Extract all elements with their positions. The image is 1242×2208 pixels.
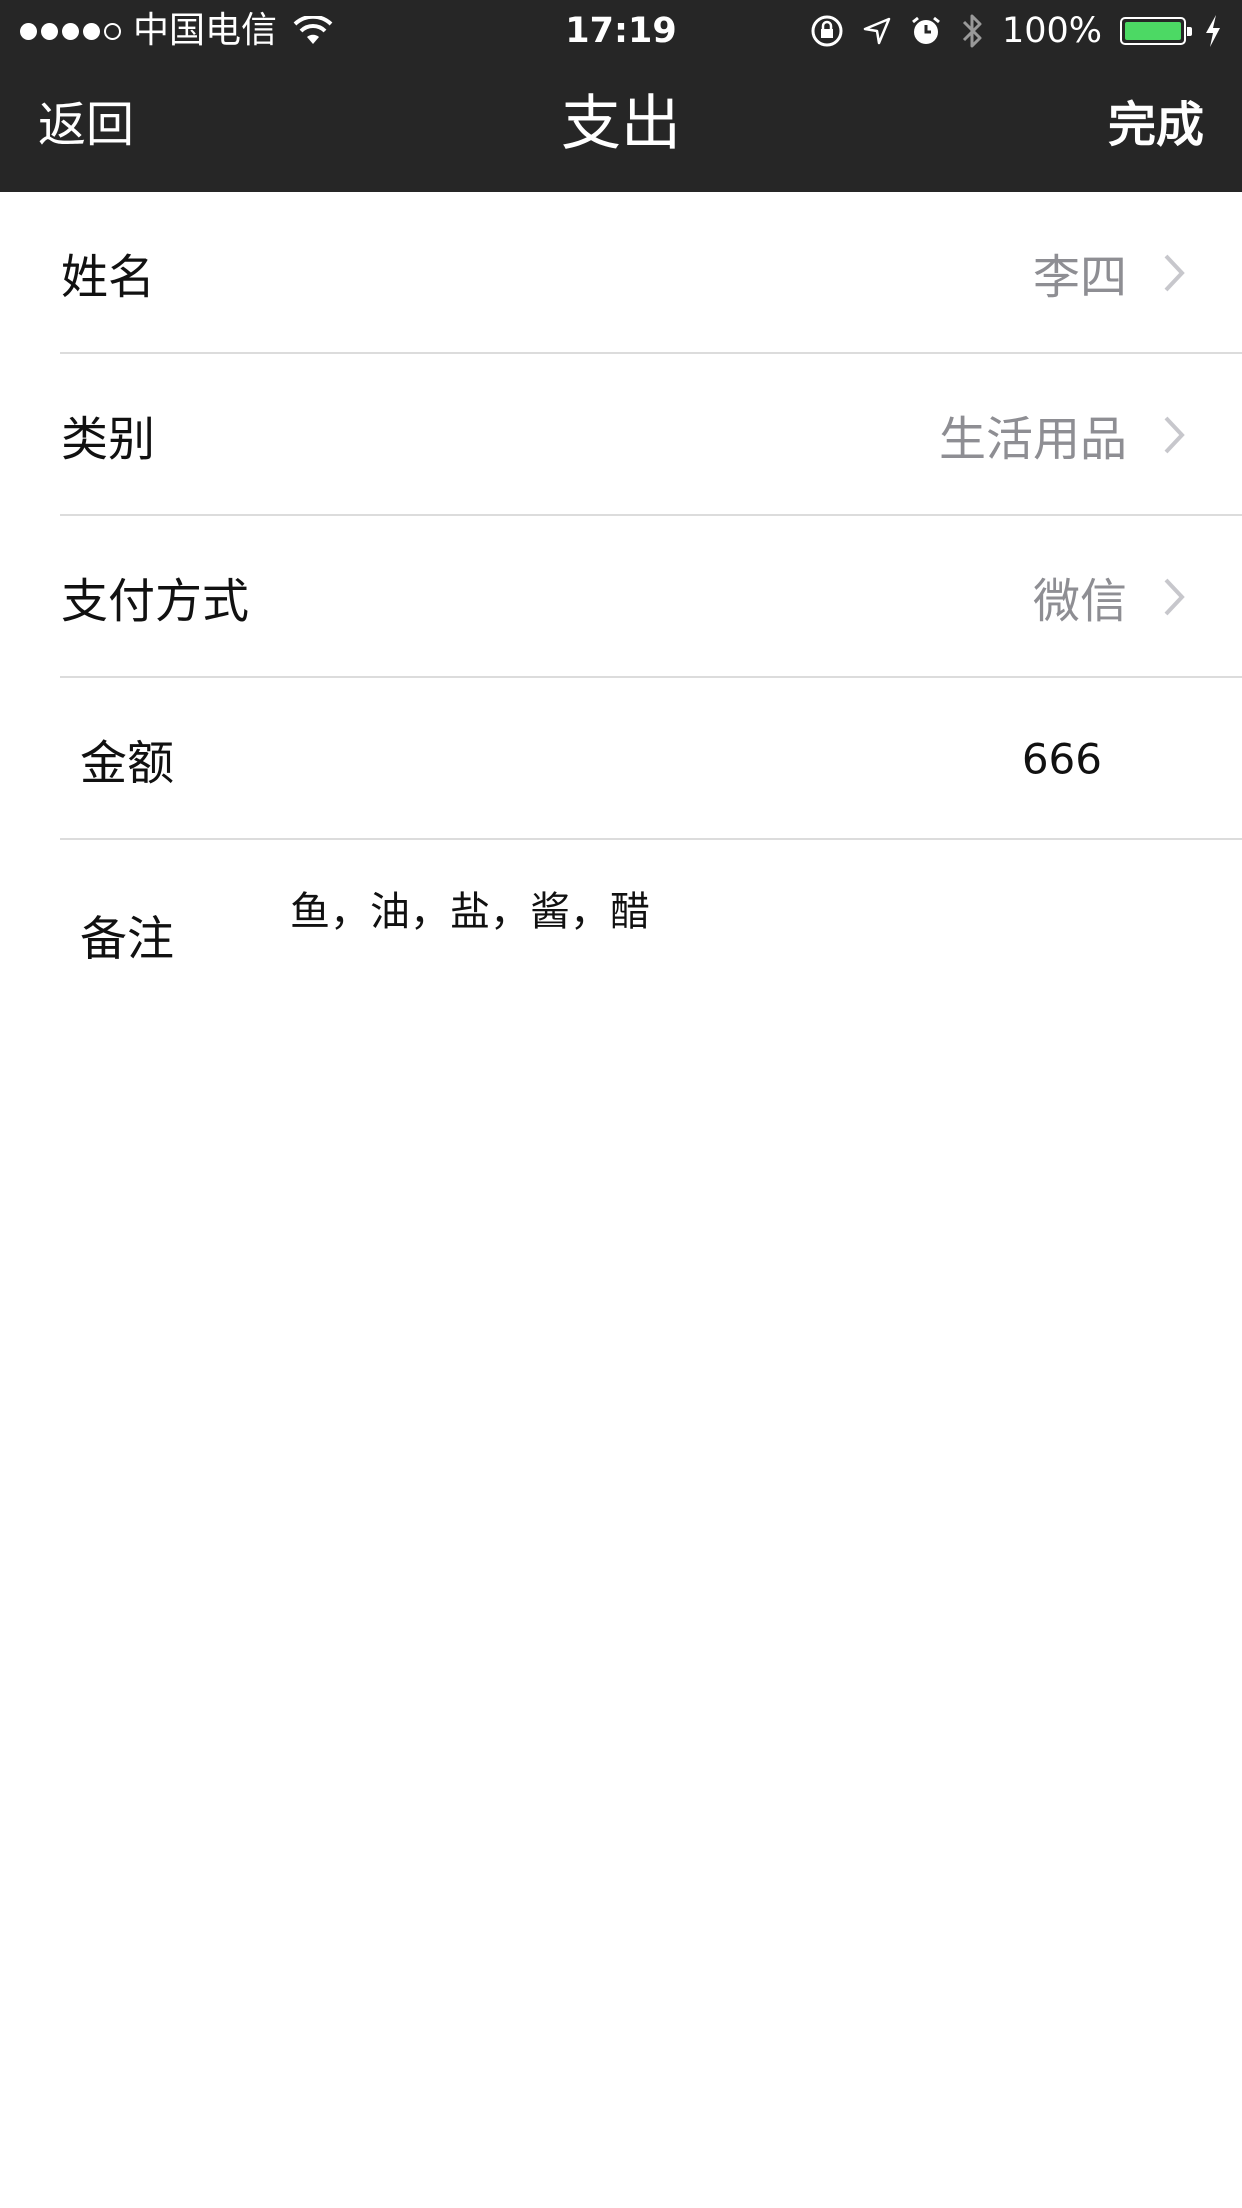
payment-row[interactable]: 支付方式 微信 (0, 516, 1242, 678)
location-arrow-icon (863, 17, 891, 45)
battery-level (1125, 22, 1181, 40)
payment-value: 微信 (1033, 574, 1127, 630)
amount-row: 金额 (0, 678, 1242, 840)
battery-icon (1120, 17, 1192, 45)
note-row: 备注 鱼，油，盐，酱，醋 (0, 840, 1242, 1010)
amount-input[interactable] (802, 734, 1102, 784)
nav-bar: 返回 支出 完成 (0, 62, 1242, 192)
note-label: 备注 (80, 912, 174, 967)
bluetooth-icon (962, 14, 982, 48)
page-title: 支出 (561, 89, 681, 159)
payment-label: 支付方式 (61, 574, 249, 630)
amount-label: 金额 (80, 736, 174, 792)
alarm-icon (912, 16, 940, 44)
note-textarea[interactable]: 鱼，油，盐，酱，醋 (290, 886, 1190, 1006)
status-right: 100% (810, 8, 1222, 54)
battery-percent: 100% (1001, 11, 1102, 51)
chevron-right-icon (1164, 416, 1185, 454)
category-value: 生活用品 (939, 412, 1127, 468)
name-label: 姓名 (61, 250, 155, 306)
status-bar: 中国电信 17:19 100% (0, 0, 1242, 62)
name-value: 李四 (1033, 250, 1127, 306)
navigation-bar: 中国电信 17:19 100% 返回 支出 完成 (0, 0, 1242, 192)
expense-form: 姓名 李四 类别 生活用品 支付方式 微信 金额 备注 鱼，油，盐，酱，醋 (0, 192, 1242, 1010)
chevron-right-icon (1164, 254, 1185, 292)
category-label: 类别 (61, 412, 155, 468)
name-row[interactable]: 姓名 李四 (0, 192, 1242, 354)
done-button[interactable]: 完成 (1108, 92, 1204, 158)
rotation-lock-icon (811, 15, 843, 47)
charging-bolt-icon (1206, 15, 1220, 47)
category-row[interactable]: 类别 生活用品 (0, 354, 1242, 516)
chevron-right-icon (1164, 578, 1185, 616)
